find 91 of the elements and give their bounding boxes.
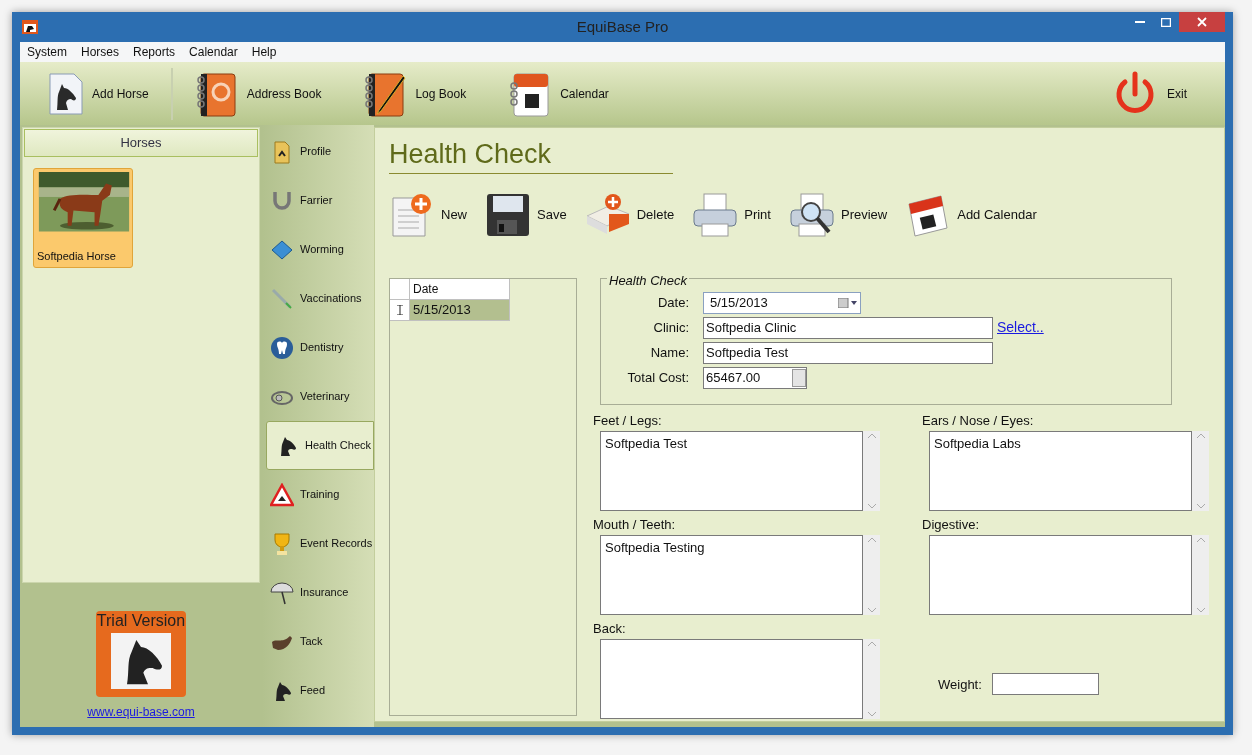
input-field[interactable]: Softpedia Test (703, 341, 993, 364)
menu-item[interactable]: Reports (133, 43, 176, 61)
maximize-icon (1161, 17, 1171, 27)
calendar-dropdown-icon (838, 297, 858, 308)
toolbar-button[interactable]: Exit (1111, 65, 1187, 122)
menu-item[interactable]: Calendar (189, 43, 238, 61)
nav-tab[interactable]: Veterinary (262, 372, 374, 421)
scroll-down-icon[interactable] (867, 607, 876, 613)
text-area[interactable] (600, 638, 863, 719)
text-cursor-icon (396, 304, 403, 315)
spin-button[interactable] (792, 368, 806, 387)
horse-head-document-icon (48, 71, 84, 116)
trial-version-badge: Trial Version (96, 611, 186, 697)
field-label: Ears / Nose / Eyes: (922, 411, 1035, 430)
field-label: Digestive: (922, 515, 981, 534)
select-link[interactable]: Select.. (997, 317, 1044, 339)
panel-header: Horses (24, 129, 258, 157)
nav-tab[interactable]: Event Records (262, 519, 374, 568)
date-picker[interactable]: 5/15/2013 (703, 291, 861, 314)
field-label: Name: (649, 344, 689, 362)
page-title: Health Check (389, 139, 552, 169)
field-label: Total Cost: (626, 369, 689, 387)
toolbar-button[interactable]: Add Horse (48, 65, 149, 122)
input-field[interactable]: Softpedia Clinic (703, 316, 993, 339)
warning-sign-icon (270, 482, 294, 507)
scroll-up-icon[interactable] (867, 432, 876, 438)
row-header[interactable] (390, 299, 410, 321)
menu-item[interactable]: Horses (81, 43, 120, 61)
scrollbar[interactable] (863, 638, 880, 719)
field-label: Back: (593, 619, 627, 638)
close-button[interactable] (1179, 12, 1225, 32)
horse-name: Softpedia Horse (37, 248, 116, 264)
toolbar-button[interactable]: Calendar (508, 65, 609, 122)
syringe-icon (270, 286, 294, 311)
scroll-up-icon[interactable] (867, 536, 876, 542)
umbrella-icon (270, 580, 294, 605)
nav-tab[interactable]: Health Check (266, 421, 374, 470)
scrollbar[interactable] (1192, 430, 1209, 511)
horse-card[interactable]: Softpedia Horse (33, 168, 133, 268)
action-button[interactable]: Print (692, 191, 771, 238)
menu-item[interactable]: Help (251, 43, 277, 61)
field-label: Feet / Legs: (593, 411, 663, 430)
number-field[interactable]: 65467.00 (703, 366, 807, 389)
toolbar-button[interactable]: Address Book (194, 65, 322, 122)
tooth-icon (270, 335, 294, 360)
minimize-icon (1135, 21, 1145, 23)
website-link[interactable]: www.equi-base.com (87, 703, 195, 721)
text-area[interactable] (929, 534, 1192, 615)
print-preview-icon (788, 191, 835, 238)
scrollbar[interactable] (863, 534, 880, 615)
field-label: Mouth / Teeth: (593, 515, 677, 534)
scroll-down-icon[interactable] (867, 503, 876, 509)
scroll-down-icon[interactable] (1196, 607, 1205, 613)
nav-tab[interactable]: Tack (262, 617, 374, 666)
nav-tab[interactable]: Feed (262, 666, 374, 715)
text-area[interactable]: Softpedia Test (600, 430, 863, 511)
scrollbar[interactable] (863, 430, 880, 511)
nav-tab[interactable]: Farrier (262, 176, 374, 225)
action-button[interactable]: Save (485, 191, 567, 238)
nav-tab[interactable]: Vaccinations (262, 274, 374, 323)
text-area[interactable]: Softpedia Labs (929, 430, 1192, 511)
table-cell[interactable]: 5/15/2013 (410, 299, 510, 321)
scrollbar[interactable] (1192, 534, 1209, 615)
app-icon (22, 20, 38, 34)
nav-tab[interactable]: Training (262, 470, 374, 519)
nav-tab[interactable]: Insurance (262, 568, 374, 617)
toolbar-button[interactable]: Log Book (363, 65, 467, 122)
scroll-down-icon[interactable] (867, 711, 876, 717)
field-label: Clinic: (652, 319, 689, 337)
scroll-up-icon[interactable] (867, 640, 876, 646)
field-label: Date: (656, 294, 689, 312)
window-title: EquiBase Pro (576, 16, 669, 37)
scroll-up-icon[interactable] (1196, 432, 1205, 438)
nav-tab[interactable]: Profile (262, 127, 374, 176)
grid-corner (390, 278, 410, 300)
scroll-up-icon[interactable] (1196, 536, 1205, 542)
printer-icon (692, 191, 739, 238)
action-button[interactable]: Delete (584, 191, 675, 238)
field-label: Weight: (938, 676, 982, 695)
text-area[interactable]: Softpedia Testing (600, 534, 863, 615)
close-icon (1197, 17, 1207, 27)
nav-tab[interactable]: Worming (262, 225, 374, 274)
horse-head-icon (111, 633, 171, 689)
action-button[interactable]: Add Calendar (905, 191, 1037, 238)
action-button[interactable]: New (389, 191, 467, 238)
action-button[interactable]: Preview (788, 191, 888, 238)
column-header: Date (410, 278, 510, 300)
menu-item[interactable]: System (27, 43, 67, 61)
scroll-down-icon[interactable] (1196, 503, 1205, 509)
weight-field[interactable] (991, 672, 1099, 695)
nav-tab[interactable]: Dentistry (262, 323, 374, 372)
